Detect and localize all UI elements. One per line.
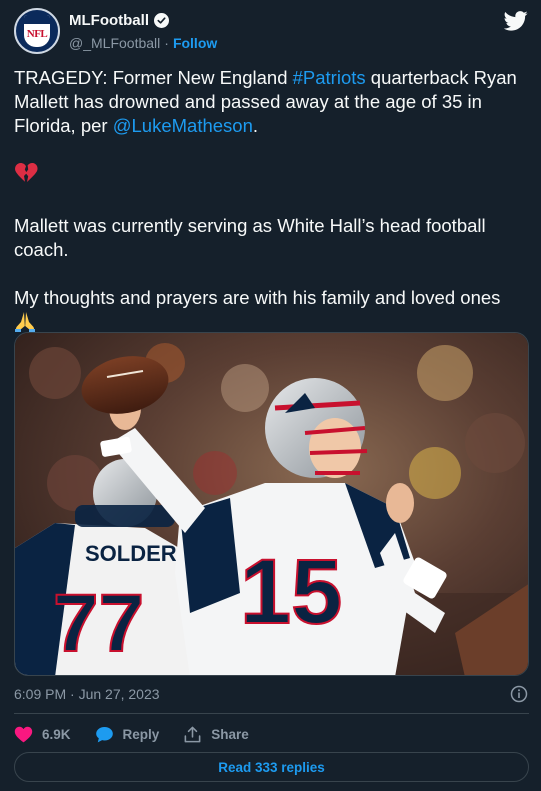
mention-link[interactable]: @LukeMatheson — [113, 115, 253, 136]
avatar[interactable]: NFL — [14, 8, 60, 54]
reply-label: Reply — [122, 726, 160, 742]
tweet-text-segment: . — [252, 115, 259, 136]
broken-heart-emoji — [15, 163, 38, 182]
share-icon — [184, 726, 201, 742]
follow-button[interactable]: Follow — [173, 35, 217, 51]
reply-button[interactable]: Reply — [95, 725, 160, 744]
folded-hands-emoji — [15, 312, 35, 332]
handle-row: @_MLFootball · Follow — [69, 35, 217, 51]
tweet-timestamp[interactable]: 6:09 PM · Jun 27, 2023 — [14, 686, 160, 702]
nameplate-text: SOLDER — [85, 541, 177, 566]
tweet-paragraph-3: Mallett was currently serving as White H… — [14, 215, 486, 260]
football-photo: SOLDER 77 15 — [15, 333, 528, 675]
handle[interactable]: @_MLFootball — [69, 35, 160, 51]
twitter-bird-icon[interactable] — [504, 10, 528, 32]
hashtag-link[interactable]: #Patriots — [293, 67, 366, 88]
tweet-paragraph-1: TRAGEDY: Former New England #Patriots qu… — [14, 66, 529, 138]
tweet-actions: 6.9K Reply Share — [14, 722, 273, 746]
name-row: MLFootball — [69, 12, 169, 29]
jersey-number: 15 — [240, 541, 342, 643]
tweet-text-segment: TRAGEDY: Former New England — [14, 67, 293, 88]
jersey-number-2: 77 — [53, 578, 144, 669]
tweet-paragraph-4: My thoughts and prayers are with his fam… — [14, 286, 529, 335]
tweet-card: NFL MLFootball @_MLFootball · Follow TRA… — [0, 0, 541, 791]
tweet-text-segment: My thoughts and prayers are with his fam… — [14, 287, 501, 308]
tweet-paragraph-2 — [14, 162, 529, 190]
share-button[interactable]: Share — [183, 725, 249, 744]
display-name[interactable]: MLFootball — [69, 12, 149, 29]
like-count: 6.9K — [42, 726, 71, 742]
heart-icon — [14, 726, 33, 742]
share-label: Share — [211, 726, 249, 742]
tweet-text: TRAGEDY: Former New England #Patriots qu… — [14, 66, 529, 335]
like-button[interactable]: 6.9K — [14, 725, 71, 744]
separator-dot: · — [164, 35, 169, 51]
reply-bubble-icon — [95, 726, 113, 742]
nfl-shield-logo: NFL — [24, 15, 50, 47]
verified-badge-icon — [153, 13, 169, 28]
read-replies-button[interactable]: Read 333 replies — [14, 752, 529, 782]
avatar-logo-text: NFL — [26, 28, 48, 40]
tweet-media-image[interactable]: SOLDER 77 15 — [14, 332, 529, 676]
info-icon[interactable] — [510, 685, 528, 703]
tweet-header: NFL MLFootball @_MLFootball · Follow — [14, 8, 528, 60]
divider — [14, 713, 529, 714]
